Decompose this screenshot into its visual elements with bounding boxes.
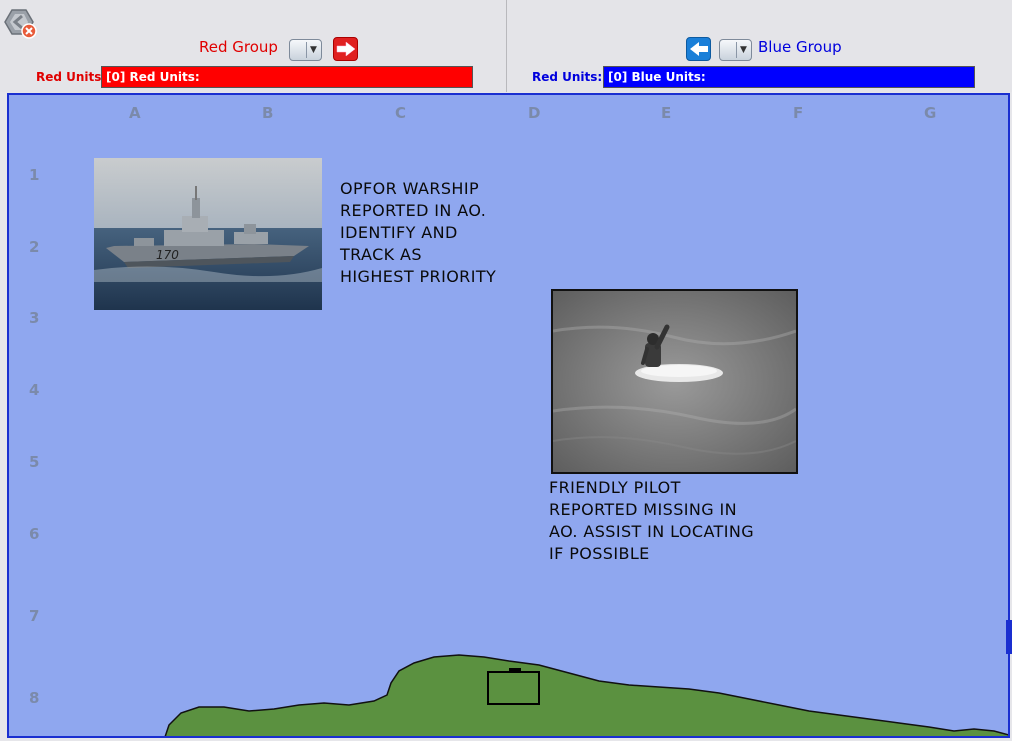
red-units-label: Red Units:: [36, 70, 107, 84]
blue-units-field[interactable]: [0] Blue Units:: [603, 66, 975, 88]
group-divider: [506, 0, 507, 92]
red-group-dropdown[interactable]: ▼: [289, 39, 322, 61]
blue-group-title: Blue Group: [758, 38, 842, 56]
blue-units-label: Red Units:: [532, 70, 603, 84]
red-group-title: Red Group: [199, 38, 278, 56]
header-bar: Red Group ▼ Red Units: [0] Red Units: ▼ …: [0, 0, 1012, 92]
map-board[interactable]: A B C D E F G 1 2 3 4 5 6 7 8 170 OPFOR …: [7, 93, 1010, 738]
coastline-landmass: [164, 654, 1008, 736]
scroll-tab[interactable]: [1006, 620, 1012, 654]
red-units-field[interactable]: [0] Red Units:: [101, 66, 473, 88]
app-window: Red Group ▼ Red Units: [0] Red Units: ▼ …: [0, 0, 1012, 741]
blue-group-dropdown[interactable]: ▼: [719, 39, 752, 61]
red-send-button[interactable]: [333, 37, 358, 61]
chevron-down-icon: ▼: [310, 45, 317, 55]
chevron-down-icon: ▼: [740, 45, 747, 55]
exit-app-icon[interactable]: [2, 4, 38, 40]
arrow-left-icon: [690, 42, 708, 56]
blue-send-button[interactable]: [686, 37, 711, 61]
arrow-right-icon: [336, 41, 356, 57]
target-marker[interactable]: [487, 668, 540, 705]
